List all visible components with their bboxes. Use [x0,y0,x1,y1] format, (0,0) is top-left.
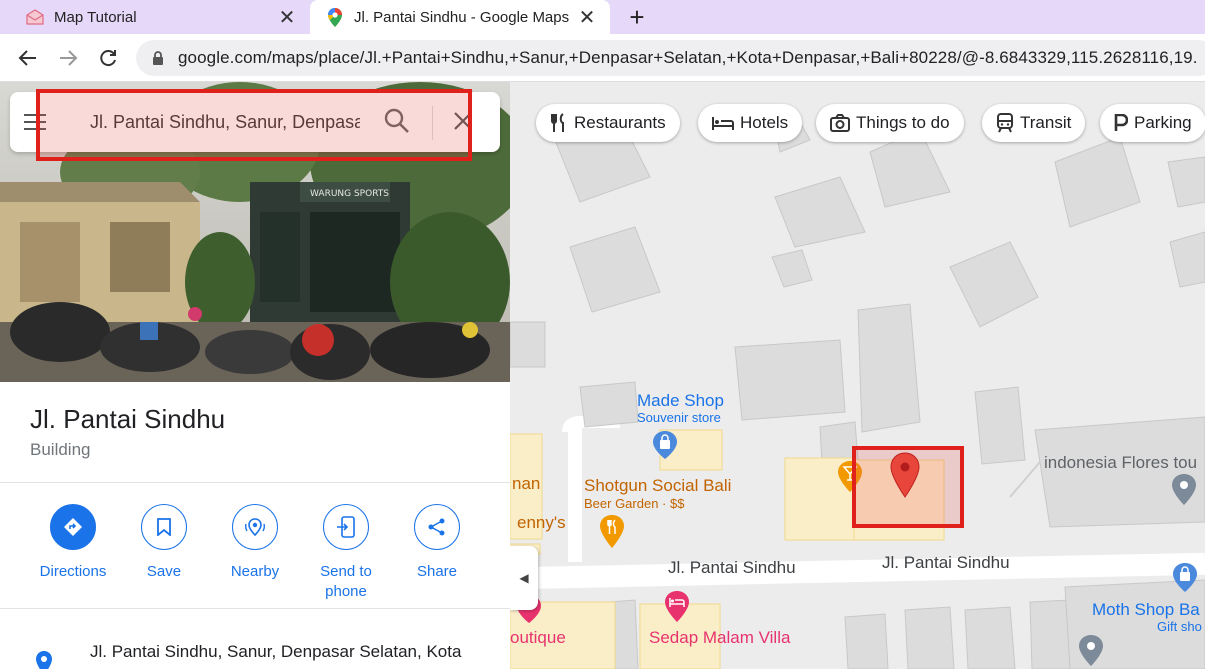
tab-strip: Map Tutorial ✕ Jl. Pantai Sindhu - Googl… [0,0,1205,34]
restaurant-icon [550,113,568,133]
place-address[interactable]: Jl. Pantai Sindhu, Sanur, Denpasar Selat… [90,642,461,662]
chip-label: Hotels [740,113,789,132]
poi-sedap-malam-villa[interactable]: Sedap Malam Villa [649,628,790,648]
directions-icon [50,504,96,550]
shopping-bag-icon[interactable] [1172,562,1198,599]
lock-icon [153,51,163,65]
forward-button[interactable] [54,44,82,72]
search-box[interactable]: Jl. Pantai Sindhu, Sanur, Denpasar Selat… [10,92,500,152]
back-button[interactable] [14,44,42,72]
poi-shotgun-category: Beer Garden · $$ [584,496,685,511]
action-row: Directions Save Nearby Send to phone Sha… [0,504,510,604]
tab-google-maps[interactable]: Jl. Pantai Sindhu - Google Maps ✕ [310,0,610,34]
directions-label: Directions [39,563,107,580]
search-input[interactable]: Jl. Pantai Sindhu, Sanur, Denpasar Selat… [90,112,360,133]
browser-toolbar: google.com/maps/place/Jl.+Pantai+Sindhu,… [0,34,1205,82]
poi-partial-jenny[interactable]: enny's [517,513,566,533]
map-canvas[interactable]: Restaurants Hotels Things to do Transit … [510,82,1205,669]
chip-label: Transit [1020,113,1072,132]
back-arrow-icon [18,50,36,66]
road-label: Jl. Pantai Sindhu [882,553,1010,572]
hotel-icon [712,115,734,131]
tab-title: Map Tutorial [54,8,137,26]
bookmark-icon [141,504,187,550]
poi-partial-nan[interactable]: nan [512,474,540,494]
hotel-pin-icon[interactable] [664,590,690,629]
place-type: Building [30,440,91,459]
poi-indonesia-flores[interactable]: indonesia Flores tou [1044,453,1197,473]
save-label: Save [146,563,182,580]
close-tab-icon[interactable]: ✕ [274,4,300,30]
send-to-phone-icon [323,504,369,550]
location-pin-icon [34,650,54,669]
address-bar[interactable]: google.com/maps/place/Jl.+Pantai+Sindhu,… [136,40,1205,76]
map-background [510,82,1205,669]
road-label: Jl. Pantai Sindhu [668,558,796,577]
search-divider [432,106,433,140]
new-tab-button[interactable]: + [622,2,652,32]
forward-arrow-icon [60,50,78,66]
divider [0,482,510,483]
chip-parking[interactable]: Parking [1100,104,1205,142]
poi-made-shop-category: Souvenir store [637,410,721,425]
share-button[interactable]: Share [392,504,482,582]
send-to-phone-label: Send to phone [320,563,372,600]
directions-button[interactable]: Directions [28,504,118,582]
place-title: Jl. Pantai Sindhu [30,404,226,434]
tab-map-tutorial[interactable]: Map Tutorial ✕ [0,0,310,34]
restaurant-pin-icon[interactable] [599,514,625,555]
share-icon [414,504,460,550]
poi-made-shop[interactable]: Made Shop [637,391,724,411]
poi-shotgun-social-bali[interactable]: Shotgun Social Bali [584,476,731,496]
nearby-button[interactable]: Nearby [210,504,300,582]
chip-hotels[interactable]: Hotels [698,104,803,142]
svg-text:WARUNG SPORTS: WARUNG SPORTS [310,189,389,199]
collapse-panel-button[interactable]: ◀ [510,546,538,610]
transit-icon [996,113,1014,133]
menu-icon[interactable] [10,92,60,152]
reload-button[interactable] [94,44,122,72]
chip-restaurants[interactable]: Restaurants [536,104,680,142]
chip-label: Parking [1134,113,1192,132]
save-button[interactable]: Save [119,504,209,582]
search-icon[interactable] [384,108,410,139]
shopping-bag-icon[interactable] [652,430,678,465]
reload-icon [100,50,116,67]
poi-partial-boutique[interactable]: outique [510,628,566,648]
mail-icon [26,8,44,26]
place-panel: WARUNG SPORTS Jl. Pantai Sindhu, Sanur, … [0,82,510,669]
place-pin-icon[interactable] [1078,634,1104,669]
divider [0,608,510,609]
close-icon[interactable] [452,110,474,137]
chevron-left-icon: ◀ [519,571,529,585]
poi-moth-shop[interactable]: Moth Shop Ba [1092,600,1200,620]
chip-label: Restaurants [574,113,666,132]
chip-label: Things to do [856,113,950,132]
parking-icon [1114,114,1128,132]
url-text: google.com/maps/place/Jl.+Pantai+Sindhu,… [178,48,1198,67]
poi-moth-shop-category: Gift sho [1157,619,1202,634]
camera-icon [830,114,850,132]
bar-pin-icon[interactable] [837,460,863,499]
place-pin-icon[interactable] [1171,473,1197,512]
chip-things-to-do[interactable]: Things to do [816,104,964,142]
send-to-phone-button[interactable]: Send to phone [301,504,391,602]
nearby-icon [232,504,278,550]
close-tab-icon[interactable]: ✕ [574,4,600,30]
selected-location-pin-icon[interactable] [890,452,920,503]
chip-transit[interactable]: Transit [982,104,1086,142]
tab-title: Jl. Pantai Sindhu - Google Maps [354,8,570,26]
nearby-label: Nearby [230,563,280,580]
google-maps-icon [326,7,344,27]
share-label: Share [416,563,458,580]
